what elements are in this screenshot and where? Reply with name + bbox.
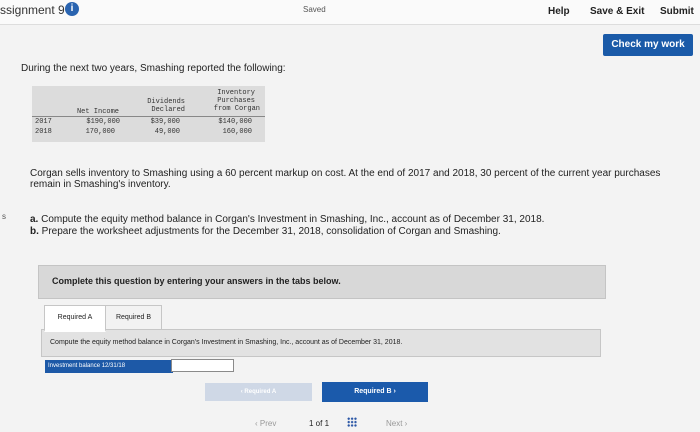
next-page-link[interactable]: Next › xyxy=(386,419,407,428)
question-b: b. Prepare the worksheet adjustments for… xyxy=(30,226,501,237)
page-indicator: 1 of 1 xyxy=(309,419,330,428)
header-inventory-1: Inventory xyxy=(217,89,255,97)
intro-text: During the next two years, Smashing repo… xyxy=(21,63,286,74)
investment-balance-input[interactable] xyxy=(171,359,234,372)
check-my-work-button[interactable]: Check my work xyxy=(603,34,693,56)
prev-required-button[interactable]: ‹ Required A xyxy=(205,383,312,401)
header-net-income: Net Income xyxy=(76,108,119,116)
question-a-text: Compute the equity method balance in Cor… xyxy=(41,214,545,225)
save-exit-link[interactable]: Save & Exit xyxy=(590,6,644,17)
row-2018-dividends: 49,000 xyxy=(154,128,180,136)
row-2018-year: 2018 xyxy=(35,128,52,136)
tab-panel: Compute the equity method balance in Cor… xyxy=(41,329,601,357)
next-required-button[interactable]: Required B › xyxy=(322,382,428,402)
row-2017-year: 2017 xyxy=(35,118,52,126)
prev-page-link[interactable]: ‹ Prev xyxy=(255,419,276,428)
tab-required-b[interactable]: Required B xyxy=(105,305,162,331)
row-2018-net-income: 170,000 xyxy=(85,128,115,136)
problem-body: Corgan sells inventory to Smashing using… xyxy=(30,168,661,190)
grid-icon[interactable] xyxy=(347,417,357,427)
question-b-text: Prepare the worksheet adjustments for th… xyxy=(41,226,501,237)
saved-status: Saved xyxy=(303,5,326,14)
help-link[interactable]: Help xyxy=(548,6,570,17)
question-a-label: a. xyxy=(30,214,39,225)
row-2017-purchases: $140,000 xyxy=(218,118,252,126)
header-dividends-2: Declared xyxy=(151,106,185,114)
header-dividends-1: Dividends xyxy=(147,98,185,106)
submit-link[interactable]: Submit xyxy=(660,6,694,17)
question-b-label: b. xyxy=(30,226,39,237)
banner-text: Complete this question by entering your … xyxy=(52,276,341,286)
margin-mark: s xyxy=(2,212,6,221)
row-2018-purchases: 160,000 xyxy=(222,128,252,136)
data-table: Net Income Dividends Declared Inventory … xyxy=(32,86,265,142)
tab-panel-text: Compute the equity method balance in Cor… xyxy=(50,339,403,346)
tab-required-a[interactable]: Required A xyxy=(44,305,106,332)
header-inventory-3: from Corgan xyxy=(213,105,260,113)
info-icon[interactable]: i xyxy=(65,2,79,16)
question-a: a. Compute the equity method balance in … xyxy=(30,214,544,225)
header-inventory-2: Purchases xyxy=(217,97,255,105)
table-divider xyxy=(32,116,265,117)
top-header: ssignment 9 i Saved Help Save & Exit Sub… xyxy=(0,0,700,25)
row-2017-dividends: $39,000 xyxy=(150,118,180,126)
instructions-banner: Complete this question by entering your … xyxy=(38,265,606,299)
investment-balance-label: Investment balance 12/31/18 xyxy=(45,360,173,373)
assignment-title: ssignment 9 xyxy=(0,3,65,17)
row-2017-net-income: $190,000 xyxy=(86,118,120,126)
